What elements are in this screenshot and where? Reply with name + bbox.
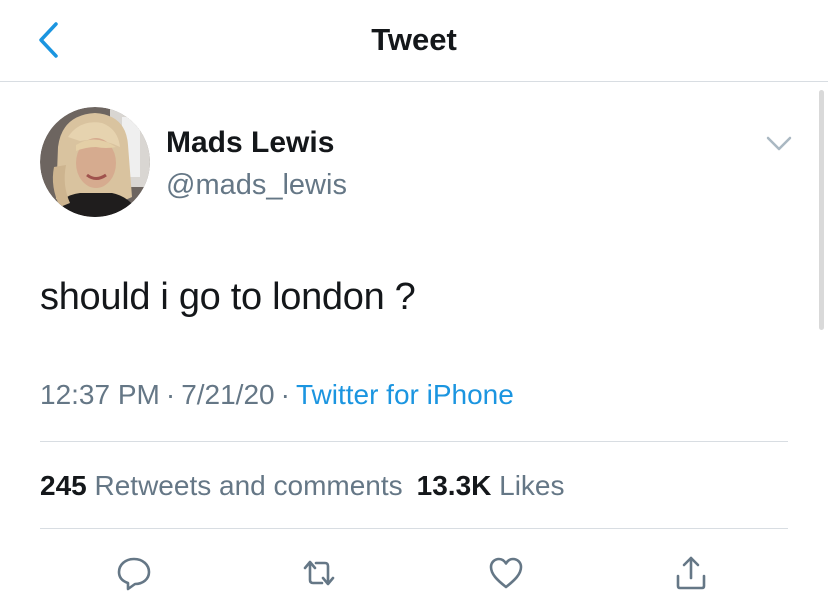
heart-icon	[489, 557, 523, 589]
profile-photo	[40, 107, 150, 217]
share-button[interactable]	[666, 548, 716, 598]
meta-separator: ·	[280, 379, 290, 410]
author-name[interactable]: Mads Lewis	[166, 123, 334, 163]
like-button[interactable]	[481, 548, 531, 598]
tweet-text: should i go to london ?	[40, 276, 416, 318]
action-bar	[0, 548, 828, 598]
likes-stat[interactable]: 13.3K Likes	[417, 470, 565, 501]
likes-count: 13.3K	[416, 470, 492, 501]
tweet-date: 7/21/20	[181, 379, 275, 410]
divider	[40, 528, 788, 529]
author-handle[interactable]: @mads_lewis	[166, 165, 347, 205]
likes-label: Likes	[499, 470, 565, 501]
scrollbar[interactable]	[819, 90, 824, 330]
tweet-source-link[interactable]: Twitter for iPhone	[296, 379, 514, 410]
retweets-label: Retweets and comments	[94, 470, 403, 501]
retweets-stat[interactable]: 245 Retweets and comments	[40, 470, 403, 501]
share-icon	[676, 556, 706, 590]
top-nav-bar: Tweet	[0, 0, 828, 82]
tweet-time: 12:37 PM	[40, 379, 160, 410]
more-options-button[interactable]	[762, 130, 796, 158]
retweets-count: 245	[40, 470, 87, 501]
tweet-stats: 245 Retweets and comments 13.3K Likes	[40, 466, 565, 506]
speech-bubble-icon	[117, 557, 151, 591]
tweet-metadata: 12:37 PM · 7/21/20 · Twitter for iPhone	[40, 376, 514, 414]
retweet-icon	[303, 560, 335, 586]
divider	[40, 441, 788, 442]
avatar[interactable]	[40, 107, 150, 217]
retweet-button[interactable]	[294, 548, 344, 598]
meta-separator: ·	[165, 379, 176, 410]
tweet-detail-screen: Tweet Mads Lewis @mads_lewis should i go…	[0, 0, 828, 611]
page-title: Tweet	[371, 22, 457, 57]
chevron-down-icon	[766, 136, 792, 151]
reply-button[interactable]	[109, 548, 159, 598]
